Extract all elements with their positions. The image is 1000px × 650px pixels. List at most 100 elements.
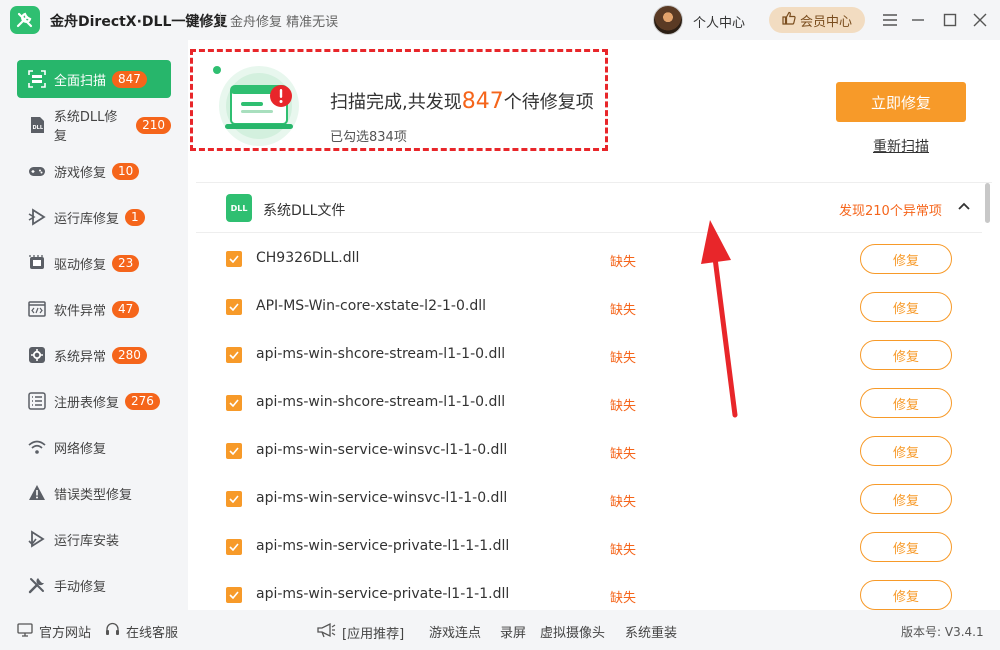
sidebar-item-label: 软件异常 [54,303,107,319]
scan-summary-title: 扫描完成,共发现847个待修复项 [330,88,594,114]
sidebar-item-9[interactable]: 错误类型修复 [17,474,171,512]
sidebar-item-badge: 210 [136,116,171,134]
repair-button[interactable]: 修复 [860,292,952,322]
row-checkbox[interactable] [226,443,242,459]
checkmark-icon [229,495,239,503]
dll-filename: api-ms-win-service-private-l1-1-1.dll [256,538,510,554]
repair-button[interactable]: 修复 [860,436,952,466]
sidebar-item-1[interactable]: DLL 系统DLL修复 210 [17,106,171,144]
list-icon [27,391,47,411]
sidebar-item-label: 网络修复 [54,441,107,457]
dll-status: 缺失 [610,495,637,510]
footer-link-screen-record[interactable]: 录屏 [500,622,526,641]
footer-link-virtual-camera[interactable]: 虚拟摄像头 [540,622,605,641]
row-checkbox[interactable] [226,491,242,507]
sidebar-item-badge: 1 [125,208,145,226]
sidebar-item-0[interactable]: 全面扫描 847 [17,60,171,98]
checkmark-icon [229,255,239,263]
repair-button[interactable]: 修复 [860,388,952,418]
repair-button[interactable]: 修复 [860,340,952,370]
sidebar-item-label: 手动修复 [54,579,107,595]
sidebar-item-10[interactable]: 运行库安装 [17,520,171,558]
install-icon [27,529,47,549]
title-bar: 金舟DirectX·DLL一键修复 金舟修复 精准无误 个人中心 会员中心 [0,0,1000,40]
sidebar-item-5[interactable]: 软件异常 47 [17,290,171,328]
menu-icon[interactable] [880,10,900,30]
title-divider [220,12,221,28]
row-checkbox[interactable] [226,539,242,555]
dll-status: 缺失 [610,399,637,414]
dll-status: 缺失 [610,447,637,462]
sidebar-item-4[interactable]: 驱动修复 23 [17,244,171,282]
repair-button[interactable]: 修复 [860,580,952,610]
dll-filename: API-MS-Win-core-xstate-l2-1-0.dll [256,298,487,314]
dll-icon: DLL [27,115,47,135]
dll-status: 缺失 [610,351,637,366]
row-checkbox[interactable] [226,347,242,363]
repair-button[interactable]: 修复 [860,244,952,274]
section-header: DLL 系统DLL文件 发现210个异常项 [196,183,982,233]
summary-count: 847 [461,89,504,114]
official-website-link[interactable]: 官方网站 [17,622,91,641]
table-row: api-ms-win-service-winsvc-l1-1-0.dll 缺失 修复 [196,475,982,523]
scan-result-illustration [209,60,301,146]
footer-link-system-reinstall[interactable]: 系统重装 [625,622,677,641]
row-checkbox[interactable] [226,251,242,267]
online-service-link[interactable]: 在线客服 [105,622,178,641]
row-checkbox[interactable] [226,299,242,315]
table-row: api-ms-win-shcore-stream-l1-1-0.dll 缺失 修复 [196,379,982,427]
thumbs-up-icon [782,11,796,29]
dll-status: 缺失 [610,543,637,558]
app-slogan: 金舟修复 精准无误 [230,15,339,30]
version-label: 版本号: V3.4.1 [901,625,984,639]
app-title: 金舟DirectX·DLL一键修复 [50,14,228,30]
sidebar-item-badge: 276 [125,392,160,410]
fix-now-button[interactable]: 立即修复 [836,82,966,122]
dll-list: DLL 系统DLL文件 发现210个异常项 CH9326DLL.dll 缺失 修复 A… [196,182,992,610]
rescan-link[interactable]: 重新扫描 [873,136,929,156]
sidebar-item-badge: 10 [112,162,140,180]
online-service-label: 在线客服 [126,626,179,641]
gamepad-icon [27,161,47,181]
chevron-up-icon[interactable] [956,199,972,215]
dll-status: 缺失 [610,255,637,270]
repair-button[interactable]: 修复 [860,532,952,562]
repair-button[interactable]: 修复 [860,484,952,514]
wrench-icon [27,575,47,595]
vip-center-button[interactable]: 会员中心 [769,7,865,33]
maximize-icon[interactable] [940,10,960,30]
sidebar-item-3[interactable]: 运行库修复 1 [17,198,171,236]
close-icon[interactable] [970,10,990,30]
official-website-label: 官方网站 [39,626,92,641]
dll-filename: api-ms-win-shcore-stream-l1-1-0.dll [256,394,506,410]
row-checkbox[interactable] [226,395,242,411]
sidebar-item-badge: 847 [112,70,147,88]
headset-icon [105,622,120,641]
summary-prefix: 扫描完成,共发现 [330,92,462,113]
dll-filename: CH9326DLL.dll [256,250,360,266]
sidebar-item-7[interactable]: 注册表修复 276 [17,382,171,420]
minimize-icon[interactable] [908,10,928,30]
checkmark-icon [229,399,239,407]
sidebar-item-badge: 23 [112,254,140,272]
footer-link-game-clicker[interactable]: 游戏连点 [429,622,481,641]
scrollbar[interactable] [985,183,990,223]
sidebar-item-label: 运行库修复 [54,211,120,227]
personal-center-link[interactable]: 个人中心 [693,12,745,31]
runtime-icon [27,207,47,227]
avatar[interactable] [653,5,683,35]
row-checkbox[interactable] [226,587,242,603]
sidebar-item-6[interactable]: 系统异常 280 [17,336,171,374]
dll-file-icon: DLL [226,194,252,222]
checkmark-icon [229,351,239,359]
selected-count: 已勾选834项 [330,130,407,145]
sidebar-item-8[interactable]: 网络修复 [17,428,171,466]
sidebar-item-label: 系统DLL修复 [53,110,118,144]
dll-status: 缺失 [610,303,637,318]
sidebar-item-11[interactable]: 手动修复 [17,566,171,604]
app-recommend-label: [应用推荐] [342,626,405,642]
footer: 官方网站 在线客服 [应用推荐] 游戏连点 录屏 虚拟摄像头 系统重装 版本号:… [0,610,1000,650]
app-recommend: [应用推荐] [316,622,404,642]
table-row: api-ms-win-service-private-l1-1-1.dll 缺失 修… [196,523,982,571]
sidebar-item-2[interactable]: 游戏修复 10 [17,152,171,190]
